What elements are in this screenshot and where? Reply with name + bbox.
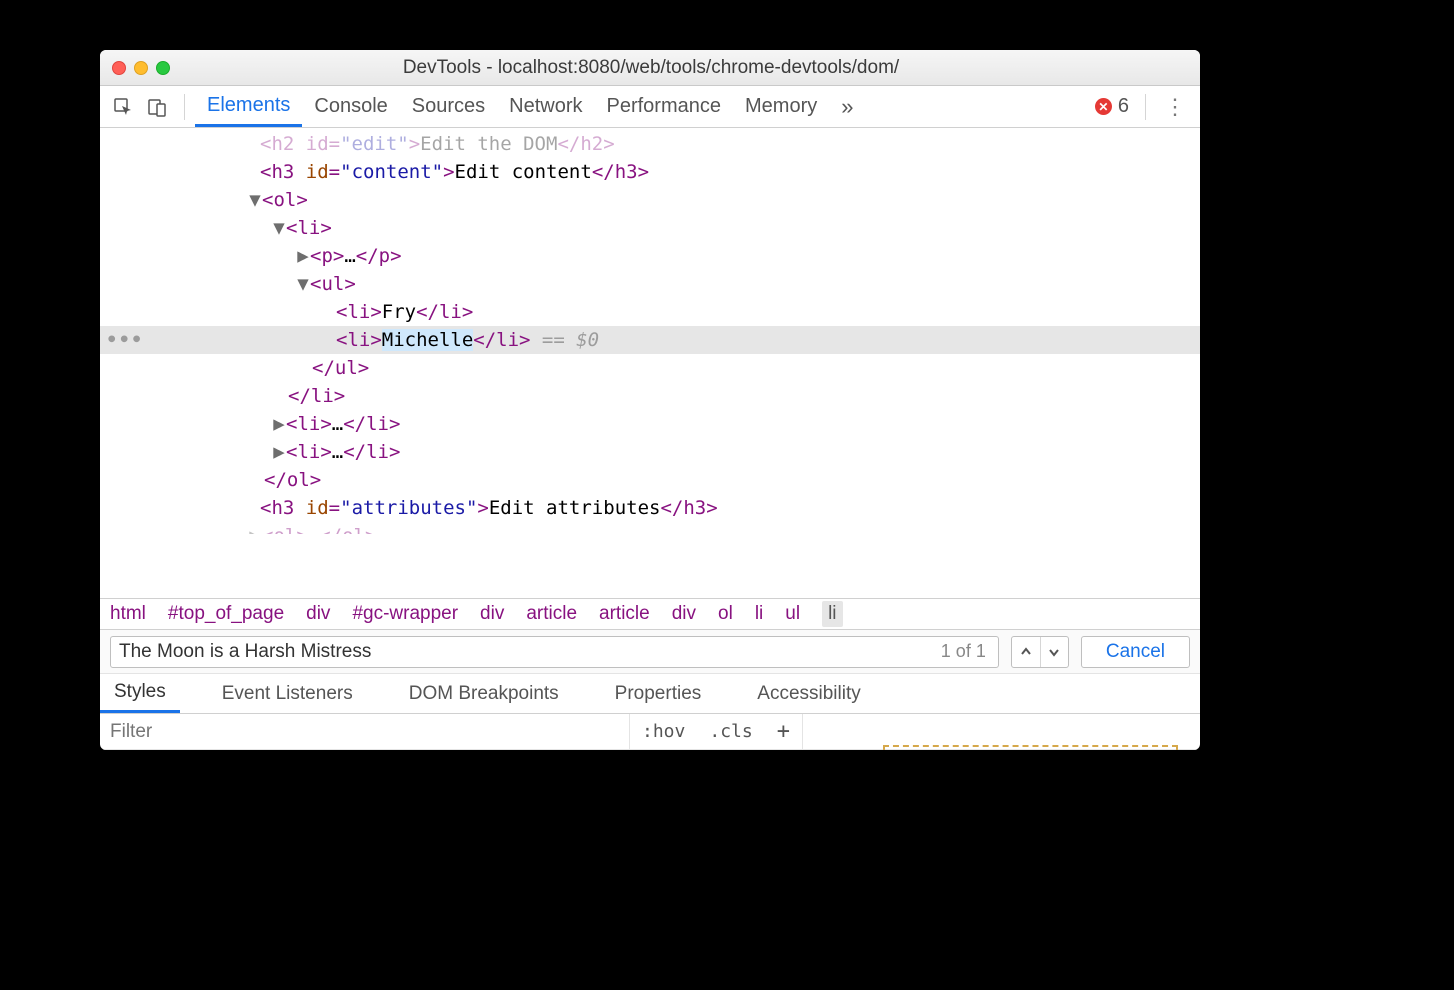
crumb-li-selected[interactable]: li bbox=[822, 601, 842, 627]
error-count-value: 6 bbox=[1118, 95, 1129, 118]
crumb-div-1[interactable]: div bbox=[306, 603, 330, 625]
error-count-badge-icon: ✕ bbox=[1095, 98, 1112, 115]
hov-toggle-button[interactable]: :hov bbox=[630, 714, 697, 749]
tab-elements[interactable]: Elements bbox=[195, 86, 302, 127]
tab-console[interactable]: Console bbox=[302, 86, 399, 127]
dom-line-h3-content[interactable]: <h3 id="content">Edit content</h3> bbox=[100, 158, 1200, 186]
inherited-style-highlight bbox=[883, 745, 1178, 750]
selected-node-indicator-icon: ••• bbox=[106, 326, 143, 354]
crumb-li-1[interactable]: li bbox=[755, 603, 763, 625]
search-nav-buttons bbox=[1011, 636, 1069, 668]
dom-line-li-collapsed-2[interactable]: ▶<li>…</li> bbox=[100, 438, 1200, 466]
search-prev-button[interactable] bbox=[1012, 637, 1040, 667]
dom-line-li-michelle-selected[interactable]: •••<li>Michelle</li> == $0 bbox=[100, 326, 1200, 354]
crumb-div-2[interactable]: div bbox=[480, 603, 504, 625]
tab-performance[interactable]: Performance bbox=[595, 86, 734, 127]
new-style-rule-button[interactable]: + bbox=[765, 714, 802, 749]
dom-line-li-fry[interactable]: <li>Fry</li> bbox=[100, 298, 1200, 326]
dom-line-li-close[interactable]: </li> bbox=[100, 382, 1200, 410]
crumb-article-1[interactable]: article bbox=[526, 603, 577, 625]
tab-overflow[interactable]: » bbox=[829, 86, 865, 127]
styles-filter-row: :hov .cls + bbox=[100, 714, 1200, 750]
error-indicator[interactable]: ✕ 6 bbox=[1095, 95, 1129, 118]
subtab-dom-breakpoints[interactable]: DOM Breakpoints bbox=[395, 674, 573, 713]
tab-sources[interactable]: Sources bbox=[400, 86, 497, 127]
dom-line-cutoff-bottom[interactable]: ▶<ol>…</ol> bbox=[100, 522, 1200, 534]
dom-line-h3-attributes[interactable]: <h3 id="attributes">Edit attributes</h3> bbox=[100, 494, 1200, 522]
styles-sub-tabs: Styles Event Listeners DOM Breakpoints P… bbox=[100, 674, 1200, 714]
dom-line-ul-close[interactable]: </ul> bbox=[100, 354, 1200, 382]
crumb-gc-wrapper[interactable]: #gc-wrapper bbox=[352, 603, 458, 625]
search-input[interactable] bbox=[119, 641, 941, 663]
subtab-properties[interactable]: Properties bbox=[601, 674, 716, 713]
search-next-button[interactable] bbox=[1040, 637, 1068, 667]
tab-memory[interactable]: Memory bbox=[733, 86, 829, 127]
crumb-article-2[interactable]: article bbox=[599, 603, 650, 625]
dom-line-ol-open[interactable]: ▼<ol> bbox=[100, 186, 1200, 214]
crumb-top-of-page[interactable]: #top_of_page bbox=[168, 603, 284, 625]
cls-toggle-button[interactable]: .cls bbox=[697, 714, 764, 749]
dom-line-li-open[interactable]: ▼<li> bbox=[100, 214, 1200, 242]
dom-line-li-collapsed-1[interactable]: ▶<li>…</li> bbox=[100, 410, 1200, 438]
search-box: 1 of 1 bbox=[110, 636, 999, 668]
search-match-count: 1 of 1 bbox=[941, 641, 986, 662]
crumb-div-3[interactable]: div bbox=[672, 603, 696, 625]
dom-line-ul-open[interactable]: ▼<ul> bbox=[100, 270, 1200, 298]
window-title: DevTools - localhost:8080/web/tools/chro… bbox=[114, 57, 1188, 79]
search-bar: 1 of 1 Cancel bbox=[100, 630, 1200, 674]
subtab-accessibility[interactable]: Accessibility bbox=[743, 674, 874, 713]
tab-network[interactable]: Network bbox=[497, 86, 594, 127]
dom-line-p-collapsed[interactable]: ▶<p>…</p> bbox=[100, 242, 1200, 270]
dom-breadcrumbs: html #top_of_page div #gc-wrapper div ar… bbox=[100, 598, 1200, 630]
crumb-html[interactable]: html bbox=[110, 603, 146, 625]
search-cancel-button[interactable]: Cancel bbox=[1081, 636, 1190, 668]
crumb-ol[interactable]: ol bbox=[718, 603, 733, 625]
main-tab-bar: Elements Console Sources Network Perform… bbox=[100, 86, 1200, 128]
styles-tools: :hov .cls + bbox=[630, 714, 803, 749]
dom-line-ol-close[interactable]: </ol> bbox=[100, 466, 1200, 494]
styles-filter-box bbox=[100, 714, 630, 749]
devtools-window: DevTools - localhost:8080/web/tools/chro… bbox=[100, 50, 1200, 750]
dom-tree-panel[interactable]: <h2 id="edit">Edit the DOM</h2> <h3 id="… bbox=[100, 128, 1200, 598]
subtab-styles[interactable]: Styles bbox=[100, 674, 180, 713]
device-toolbar-icon[interactable] bbox=[140, 90, 174, 124]
subtab-event-listeners[interactable]: Event Listeners bbox=[208, 674, 367, 713]
titlebar: DevTools - localhost:8080/web/tools/chro… bbox=[100, 50, 1200, 86]
settings-menu-icon[interactable]: ⋮ bbox=[1156, 94, 1194, 120]
crumb-ul[interactable]: ul bbox=[785, 603, 800, 625]
dom-line-cutoff[interactable]: <h2 id="edit">Edit the DOM</h2> bbox=[100, 130, 1200, 158]
inspect-element-icon[interactable] bbox=[106, 90, 140, 124]
styles-filter-input[interactable] bbox=[110, 721, 619, 743]
